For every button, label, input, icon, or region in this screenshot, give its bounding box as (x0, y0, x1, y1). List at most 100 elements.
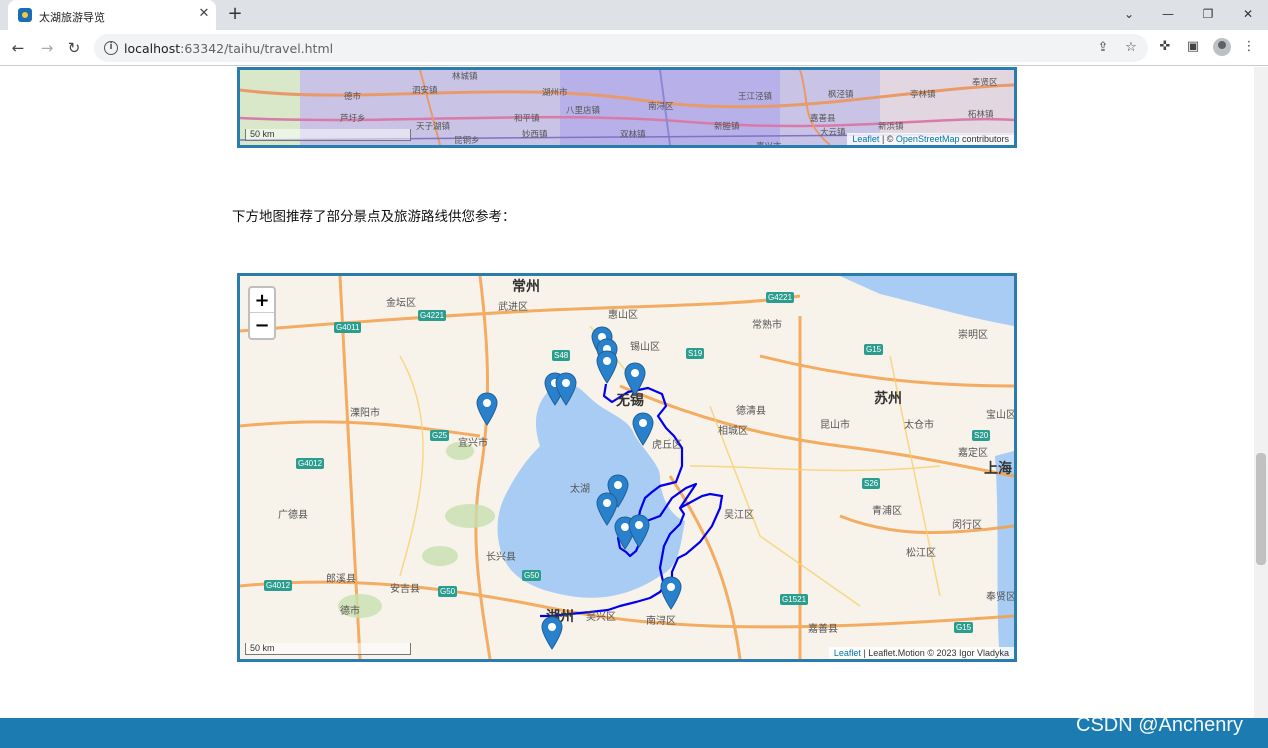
map2-place-label: 相城区 (718, 426, 748, 437)
map-marker-icon[interactable] (555, 372, 577, 406)
url-text[interactable]: localhost:63342/taihu/travel.html (124, 41, 333, 56)
zoom-in-button[interactable]: + (250, 288, 274, 313)
zoom-out-button[interactable]: − (250, 313, 274, 338)
scrollbar-thumb[interactable] (1256, 453, 1266, 565)
leaflet-link[interactable]: Leaflet (852, 134, 879, 144)
site-favicon-icon (18, 8, 32, 22)
extensions-puzzle-icon[interactable]: ✜ (1156, 38, 1174, 56)
map2-place-label: 青浦区 (872, 506, 902, 517)
map1-attr-sep: | © (879, 134, 896, 144)
bookmark-star-icon[interactable]: ☆ (1122, 39, 1140, 57)
map1-place-label: 昆铜乡 (454, 136, 480, 146)
highway-shield: S20 (972, 430, 991, 441)
map2-scale-bar: 50 km (245, 643, 411, 655)
map1-attr-tail: contributors (959, 134, 1009, 144)
map-marker-icon[interactable] (632, 412, 654, 446)
map2-place-label: 长兴县 (486, 552, 516, 563)
map2-place-label: 惠山区 (608, 310, 638, 321)
tab-title: 太湖旅游导览 (39, 11, 105, 24)
map2-place-label: 常熟市 (752, 320, 782, 331)
map-marker-icon[interactable] (660, 576, 682, 610)
map2-place-label: 吴江区 (724, 510, 754, 521)
close-window-icon[interactable]: ✕ (1238, 5, 1258, 23)
map2-place-label: 太湖 (570, 484, 590, 495)
map-marker-icon[interactable] (628, 514, 650, 548)
csdn-watermark: CSDN @Anchenry (1076, 714, 1244, 736)
address-bar[interactable]: i localhost:63342/taihu/travel.html ⇪ ☆ (94, 34, 1148, 62)
highway-shield: G25 (430, 430, 450, 441)
map2-place-label: 德市 (340, 606, 360, 617)
map2-place-label: 虎丘区 (652, 440, 682, 451)
tab-strip: 太湖旅游导览 ✕ + ⌄ — ❐ ✕ (0, 0, 1268, 30)
map-marker-icon[interactable] (476, 392, 498, 426)
map-marker-icon[interactable] (596, 350, 618, 384)
highway-shield: G1521 (780, 594, 809, 605)
map1-place-label: 八里店镇 (566, 106, 601, 116)
highway-shield: S26 (862, 478, 881, 489)
page-scrollbar[interactable] (1254, 67, 1268, 718)
site-info-icon[interactable]: i (104, 41, 118, 55)
side-panel-icon[interactable]: ▣ (1184, 38, 1202, 56)
map2-place-label: 溧阳市 (350, 408, 380, 419)
highway-shield: G15 (954, 622, 974, 633)
map2-place-label: 昆山市 (820, 420, 850, 431)
highway-shield: S19 (686, 348, 705, 359)
profile-avatar-icon[interactable] (1213, 38, 1231, 56)
map2-place-label: 太仓市 (904, 420, 934, 431)
highway-shield: G50 (522, 570, 542, 581)
map2-attribution: Leaflet | Leaflet.Motion © 2023 Igor Vla… (828, 647, 1014, 659)
map2-place-label: 武进区 (498, 302, 528, 313)
back-arrow-icon[interactable]: ← (8, 38, 28, 58)
map2-place-label: 嘉定区 (958, 448, 988, 459)
restore-icon[interactable]: ❐ (1198, 5, 1218, 23)
reload-icon[interactable]: ↻ (64, 38, 84, 58)
share-icon[interactable]: ⇪ (1094, 39, 1112, 57)
minimize-icon[interactable]: — (1158, 5, 1178, 23)
map1-place-label: 和平镇 (514, 114, 540, 124)
map2-place-label: 上海 (984, 461, 1012, 477)
map-overview[interactable]: 德市 林城镇 芦圩乡 泗安镇 天子湖镇 和平镇 湖州市 八里店镇 南浔区 王江泾镇 嘉善县 亭林镇 新浜… (237, 67, 1017, 148)
browser-tab[interactable]: 太湖旅游导览 ✕ (8, 0, 216, 30)
map2-place-label: 金坛区 (386, 298, 416, 309)
map1-place-label: 南浔区 (648, 102, 674, 112)
highway-shield: G50 (438, 586, 458, 597)
highway-shield: G15 (864, 344, 884, 355)
map1-place-label: 林城镇 (452, 72, 478, 82)
map2-place-label: 松江区 (906, 548, 936, 559)
page-viewport: 德市 林城镇 芦圩乡 泗安镇 天子湖镇 和平镇 湖州市 八里店镇 南浔区 王江泾镇 嘉善县 亭林镇 新浜… (0, 67, 1268, 748)
map1-place-label: 新塍镇 (714, 122, 740, 132)
highway-shield: G4012 (264, 580, 293, 591)
close-tab-icon[interactable]: ✕ (196, 6, 212, 22)
map-marker-icon[interactable] (624, 362, 646, 396)
forward-arrow-icon[interactable]: → (37, 38, 57, 58)
map2-place-label: 广德县 (278, 510, 308, 521)
map2-place-label: 嘉善县 (808, 624, 838, 635)
highway-shield: G4012 (296, 458, 325, 469)
leaflet-link[interactable]: Leaflet (834, 648, 861, 658)
zoom-control: + − (248, 286, 276, 340)
map1-place-label: 嘉善县 (810, 114, 836, 124)
map1-place-label: 湖州市 (542, 88, 568, 98)
tab-search-chevron-icon[interactable]: ⌄ (1119, 5, 1139, 23)
map2-place-label: 安吉县 (390, 584, 420, 595)
highway-shield: G4221 (418, 310, 447, 321)
map1-place-label: 新浜镇 (878, 122, 904, 132)
map1-place-label: 柘林镇 (968, 110, 994, 120)
map1-place-label: 泗安镇 (412, 86, 438, 96)
intro-paragraph: 下方地图推荐了部分景点及旅游路线供您参考： (232, 209, 516, 225)
map1-scale-bar: 50 km (245, 129, 411, 141)
highway-shield: G4221 (766, 292, 795, 303)
map2-place-label: 宝山区 (986, 410, 1016, 421)
map2-place-label: 常州 (512, 279, 540, 295)
map2-place-label: 郎溪县 (326, 574, 356, 585)
osm-link[interactable]: OpenStreetMap (896, 134, 960, 144)
map2-place-label: 闵行区 (952, 520, 982, 531)
map-route[interactable]: 常州 金坛区 武进区 惠山区 锡山区 常熟市 昆山市 溧阳市 宜兴市 无锡 虎丘区 相城区 苏州 太仓市嘉… (237, 273, 1017, 662)
map2-place-label: 德清县 (736, 406, 766, 417)
map-marker-icon[interactable] (541, 616, 563, 650)
url-host: localhost (124, 41, 181, 56)
menu-dots-icon[interactable]: ⋮ (1240, 38, 1258, 56)
map2-place-label: 宜兴市 (458, 438, 488, 449)
map1-place-label: 妙西镇 (522, 130, 548, 140)
new-tab-button[interactable]: + (226, 5, 244, 23)
